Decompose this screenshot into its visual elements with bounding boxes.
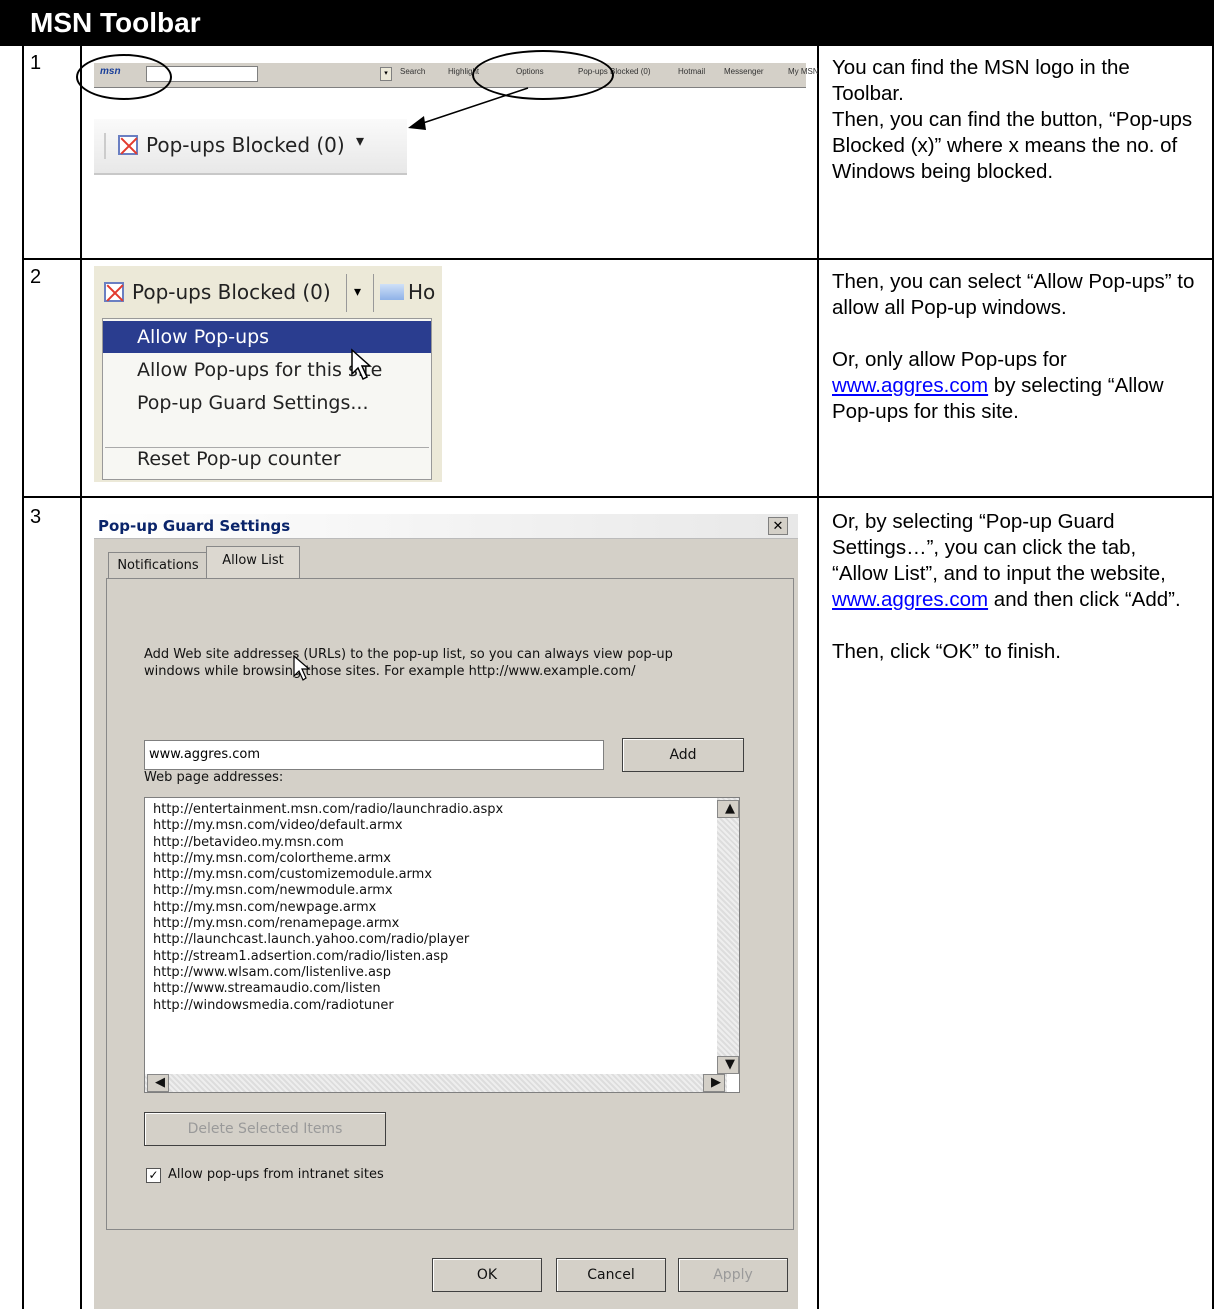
cancel-button[interactable]: Cancel	[556, 1258, 666, 1292]
arrow-icon	[408, 87, 529, 130]
list-item[interactable]: http://www.wlsam.com/listenlive.asp	[149, 965, 739, 981]
scroll-up-icon[interactable]: ▲	[717, 800, 739, 818]
table-divider-number	[80, 44, 82, 1309]
aggres-link[interactable]: www.aggres.com	[832, 588, 988, 611]
step-3-text-2: Then, click “OK” to finish.	[832, 640, 1061, 663]
hotmail-label: Ho	[408, 280, 436, 304]
dialog-title: Pop-up Guard Settings	[98, 517, 291, 535]
aggres-link[interactable]: www.aggres.com	[832, 374, 988, 397]
intranet-checkbox-label: Allow pop-ups from intranet sites	[168, 1167, 384, 1182]
step-2-text-2: Or, only allow Pop-ups for www.aggres.co…	[832, 348, 1164, 423]
step-1-text-2: Then, you can find the button, “Pop-ups …	[832, 108, 1193, 183]
table-border-left	[22, 44, 24, 1309]
tab-notifications[interactable]: Notifications	[108, 552, 208, 579]
list-item[interactable]: http://my.msn.com/customizemodule.armx	[149, 867, 739, 883]
step-3-text-1: Or, by selecting “Pop-up Guard Settings……	[832, 510, 1181, 611]
chevron-down-icon[interactable]: ▾	[356, 131, 364, 150]
row-divider-1	[22, 258, 1214, 260]
list-item[interactable]: http://betavideo.my.msn.com	[149, 835, 739, 851]
step-number-3: 3	[30, 506, 42, 528]
delete-selected-button[interactable]: Delete Selected Items	[144, 1112, 386, 1146]
toolbar-hotmail[interactable]: Hotmail	[678, 67, 705, 76]
msn-toolbar-screenshot: msn ▾ Search Highlight Options Pop-ups B…	[94, 62, 819, 88]
url-input[interactable]: www.aggres.com	[144, 740, 604, 770]
list-item[interactable]: http://entertainment.msn.com/radio/launc…	[149, 802, 739, 818]
add-button[interactable]: Add	[622, 738, 744, 772]
instructions-line-2: windows while browsing those sites. For …	[144, 664, 636, 679]
horizontal-scrollbar[interactable]: ◀ ▶	[145, 1074, 727, 1092]
chevron-down-icon: ▾	[354, 283, 362, 299]
popup-blocked-icon	[104, 282, 124, 302]
step-number-2: 2	[30, 266, 42, 288]
menu-item-allow-popups-site[interactable]: Allow Pop-ups for this site	[103, 354, 431, 386]
step-1-text-1: You can find the MSN logo in the Toolbar…	[832, 56, 1130, 105]
intranet-checkbox[interactable]: ✓	[146, 1168, 161, 1183]
step-2-text-1: Then, you can select “Allow Pop-ups” to …	[832, 270, 1195, 319]
list-item[interactable]: http://my.msn.com/colortheme.armx	[149, 851, 739, 867]
list-item[interactable]: http://my.msn.com/renamepage.armx	[149, 916, 739, 932]
popup-dropdown-menu: Allow Pop-ups Allow Pop-ups for this sit…	[102, 318, 432, 480]
dropdown-button[interactable]: ▾	[346, 274, 374, 312]
toolbar-my-msn[interactable]: My MSN	[788, 67, 819, 76]
toolbar-search[interactable]: Search	[400, 67, 425, 76]
dialog-title-bar: Pop-up Guard Settings ✕	[94, 514, 798, 539]
instructions-line-1: Add Web site addresses (URLs) to the pop…	[144, 647, 673, 662]
web-addresses-label: Web page addresses:	[144, 770, 284, 785]
list-item[interactable]: http://stream1.adsertion.com/radio/liste…	[149, 949, 739, 965]
list-item[interactable]: http://launchcast.launch.yahoo.com/radio…	[149, 932, 739, 948]
ok-button[interactable]: OK	[432, 1258, 542, 1292]
vertical-scrollbar[interactable]: ▲ ▼	[717, 798, 739, 1074]
list-item[interactable]: http://windowsmedia.com/radiotuner	[149, 998, 739, 1014]
popup-blocked-icon	[118, 135, 138, 155]
highlight-ellipse-logo	[76, 54, 172, 100]
menu-button-bar: Pop-ups Blocked (0) ▾ Ho	[94, 266, 442, 318]
table-divider-desc	[817, 44, 819, 1309]
tab-allow-list[interactable]: Allow List	[206, 546, 300, 579]
popups-blocked-zoom: Pop-ups Blocked (0) ▾	[94, 119, 407, 175]
list-item[interactable]: http://www.streamaudio.com/listen	[149, 981, 739, 997]
menu-item-guard-settings[interactable]: Pop-up Guard Settings...	[103, 387, 431, 419]
menu-item-allow-popups[interactable]: Allow Pop-ups	[103, 321, 431, 353]
scroll-right-icon[interactable]: ▶	[703, 1074, 725, 1092]
apply-button[interactable]: Apply	[678, 1258, 788, 1292]
toolbar-messenger[interactable]: Messenger	[724, 67, 764, 76]
scroll-down-icon[interactable]: ▼	[717, 1056, 739, 1074]
document: MSN Toolbar 1 2 3 msn ▾ Search Highlight…	[0, 0, 1214, 1309]
url-list[interactable]: http://entertainment.msn.com/radio/launc…	[144, 797, 740, 1093]
separator	[104, 133, 106, 159]
toolbar-dropdown-icon[interactable]: ▾	[380, 67, 392, 81]
popup-menu-screenshot: Pop-ups Blocked (0) ▾ Ho Allow Pop-ups A…	[94, 266, 442, 482]
mouse-cursor-icon	[351, 348, 372, 381]
mail-icon	[380, 284, 404, 300]
list-item[interactable]: http://my.msn.com/newpage.armx	[149, 900, 739, 916]
header-bar: MSN Toolbar	[0, 0, 1214, 46]
list-item[interactable]: http://my.msn.com/newmodule.armx	[149, 883, 739, 899]
close-icon[interactable]: ✕	[768, 517, 788, 535]
step-3-description: Or, by selecting “Pop-up Guard Settings……	[832, 509, 1197, 665]
mouse-cursor-icon	[293, 654, 311, 681]
step-1-description: You can find the MSN logo in the Toolbar…	[832, 55, 1197, 185]
scroll-left-icon[interactable]: ◀	[147, 1074, 169, 1092]
step-2-description: Then, you can select “Allow Pop-ups” to …	[832, 269, 1197, 425]
page-title: MSN Toolbar	[30, 7, 201, 38]
row-divider-2	[22, 496, 1214, 498]
menu-item-reset-counter[interactable]: Reset Pop-up counter	[103, 443, 431, 475]
step-number-1: 1	[30, 52, 42, 74]
popups-blocked-label[interactable]: Pop-ups Blocked (0)	[146, 133, 345, 157]
list-item[interactable]: http://my.msn.com/video/default.armx	[149, 818, 739, 834]
popups-blocked-button[interactable]: Pop-ups Blocked (0)	[132, 280, 331, 304]
